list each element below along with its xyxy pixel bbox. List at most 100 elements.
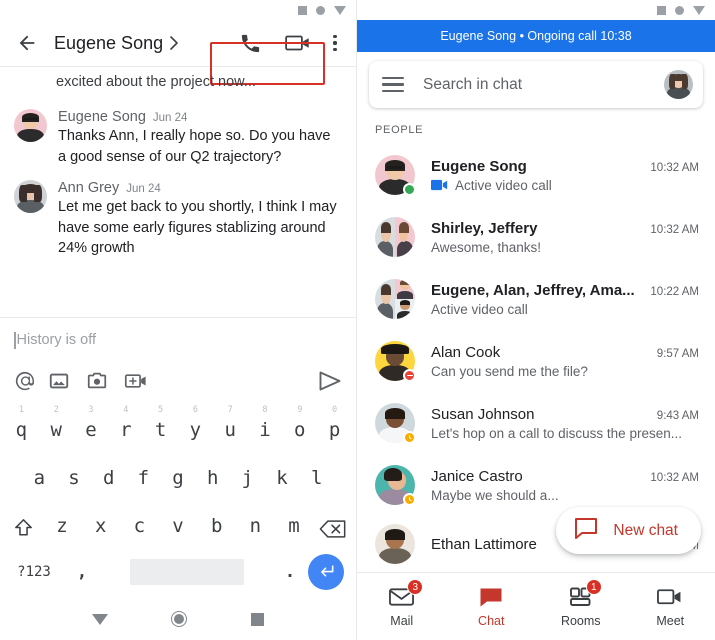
search-input[interactable]: Search in chat [423, 76, 664, 94]
key-k[interactable]: k [265, 454, 300, 502]
message-composer: History is off [0, 317, 356, 402]
key-h[interactable]: h [195, 454, 230, 502]
chat-bubble-filled-icon [479, 585, 503, 609]
preview-text: Can you send me the file? [431, 363, 588, 379]
left-phone-panel: Eugene Song excited about the project no… [0, 0, 357, 640]
key-x[interactable]: x [81, 502, 120, 550]
message-list[interactable]: excited about the project now... Eugene … [0, 67, 356, 317]
timestamp: 9:57 AM [656, 347, 699, 360]
mention-icon[interactable] [14, 366, 48, 396]
contact-name: Alan Cook [431, 343, 501, 361]
key-g[interactable]: g [161, 454, 196, 502]
key-d[interactable]: d [91, 454, 126, 502]
message-author: Ann Grey [58, 180, 120, 196]
message-timestamp: Jun 24 [126, 183, 161, 195]
list-item[interactable]: Shirley, Jeffery 10:32 AM Awesome, thank… [357, 206, 715, 268]
video-camera-icon [431, 179, 448, 191]
key-b[interactable]: b [197, 502, 236, 550]
preview-text-row: Can you send me the file? [431, 364, 699, 379]
message-item: Eugene Song Jun 24 Thanks Ann, I really … [0, 100, 356, 171]
contact-name: Eugene Song [431, 157, 527, 175]
list-item[interactable]: Eugene Song 10:32 AM Active video call [357, 144, 715, 206]
key-a[interactable]: a [22, 454, 57, 502]
current-user-avatar[interactable] [664, 70, 693, 99]
nav-home-circle-icon[interactable] [171, 611, 188, 627]
avatar [375, 403, 416, 444]
nav-item-mail[interactable]: 3 Mail [357, 579, 447, 628]
image-icon[interactable] [48, 366, 86, 396]
key-l[interactable]: l [299, 454, 334, 502]
key-q[interactable]: 1q [4, 405, 39, 454]
nav-item-chat[interactable]: Chat [447, 585, 537, 628]
message-input[interactable]: History is off [14, 330, 342, 350]
left-status-bar [0, 0, 356, 20]
on-screen-keyboard[interactable]: 1q 2w 3e 4r 5t 6y 7u 8i 9o 0p a s d f g … [0, 402, 356, 598]
triangle-icon [693, 5, 705, 15]
timestamp: 10:32 AM [650, 161, 699, 174]
key-u[interactable]: 7u [213, 405, 248, 454]
rooms-badge: 1 [585, 579, 602, 595]
key-i[interactable]: 8i [248, 405, 283, 454]
message-input-placeholder: History is off [16, 332, 97, 348]
key-s[interactable]: s [57, 454, 92, 502]
nav-item-meet[interactable]: Meet [626, 585, 715, 628]
nav-label-meet: Meet [656, 614, 685, 628]
backspace-icon[interactable] [313, 508, 352, 550]
status-badge [403, 369, 416, 382]
key-r[interactable]: 4r [108, 405, 143, 454]
header-actions [228, 23, 350, 63]
key-p[interactable]: 0p [317, 405, 352, 454]
key-y[interactable]: 6y [178, 405, 213, 454]
chevron-right-icon[interactable] [170, 36, 180, 50]
ongoing-call-banner[interactable]: Eugene Song • Ongoing call 10:38 [357, 20, 715, 52]
preview-text: Let's hop on a call to discuss the prese… [431, 425, 682, 441]
preview-text-row: Maybe we should a... [431, 488, 699, 503]
back-arrow-icon[interactable] [12, 28, 42, 58]
phone-icon[interactable] [228, 23, 272, 63]
key-space[interactable] [130, 559, 244, 585]
shift-up-arrow-icon[interactable] [4, 507, 43, 550]
status-badge [403, 183, 416, 196]
nav-back-triangle-icon[interactable] [91, 613, 108, 625]
status-badge [403, 431, 416, 444]
nav-recents-square-icon[interactable] [251, 612, 265, 626]
preview-text: Maybe we should a... [431, 487, 559, 503]
avatar [375, 279, 415, 319]
hamburger-menu-icon[interactable] [382, 77, 404, 92]
chat-bubble-icon [574, 517, 598, 544]
preview-text-row: Let's hop on a call to discuss the prese… [431, 426, 699, 441]
key-t[interactable]: 5t [143, 405, 178, 454]
nav-item-rooms[interactable]: 1 Rooms [536, 579, 626, 628]
more-vertical-icon[interactable] [324, 23, 346, 63]
key-period[interactable]: . [272, 562, 308, 582]
key-j[interactable]: j [230, 454, 265, 502]
key-v[interactable]: v [159, 502, 198, 550]
camera-icon[interactable] [86, 366, 124, 396]
enter-return-icon[interactable] [308, 554, 344, 590]
triangle-icon [334, 5, 346, 15]
search-bar[interactable]: Search in chat [369, 61, 703, 108]
add-video-icon[interactable] [124, 366, 162, 396]
list-item[interactable]: Susan Johnson 9:43 AM Let's hop on a cal… [357, 392, 715, 454]
list-item[interactable]: Eugene, Alan, Jeffrey, Ama... 10:22 AM A… [357, 268, 715, 330]
right-status-bar [357, 0, 715, 20]
send-icon[interactable] [308, 370, 342, 392]
key-o[interactable]: 9o [282, 405, 317, 454]
list-item[interactable]: Alan Cook 9:57 AM Can you send me the fi… [357, 330, 715, 392]
key-comma[interactable]: , [62, 562, 102, 582]
key-m[interactable]: m [275, 502, 314, 550]
key-n[interactable]: n [236, 502, 275, 550]
square-icon [657, 5, 666, 15]
key-f[interactable]: f [126, 454, 161, 502]
new-chat-button[interactable]: New chat [556, 507, 701, 554]
key-e[interactable]: 3e [74, 405, 109, 454]
square-icon [298, 5, 307, 15]
video-camera-icon [656, 585, 684, 609]
key-z[interactable]: z [43, 502, 82, 550]
key-c[interactable]: c [120, 502, 159, 550]
video-camera-icon[interactable] [276, 23, 320, 63]
key-symbols[interactable]: ?123 [6, 564, 62, 580]
timestamp: 9:43 AM [656, 409, 699, 422]
circle-icon [316, 5, 325, 15]
key-w[interactable]: 2w [39, 405, 74, 454]
